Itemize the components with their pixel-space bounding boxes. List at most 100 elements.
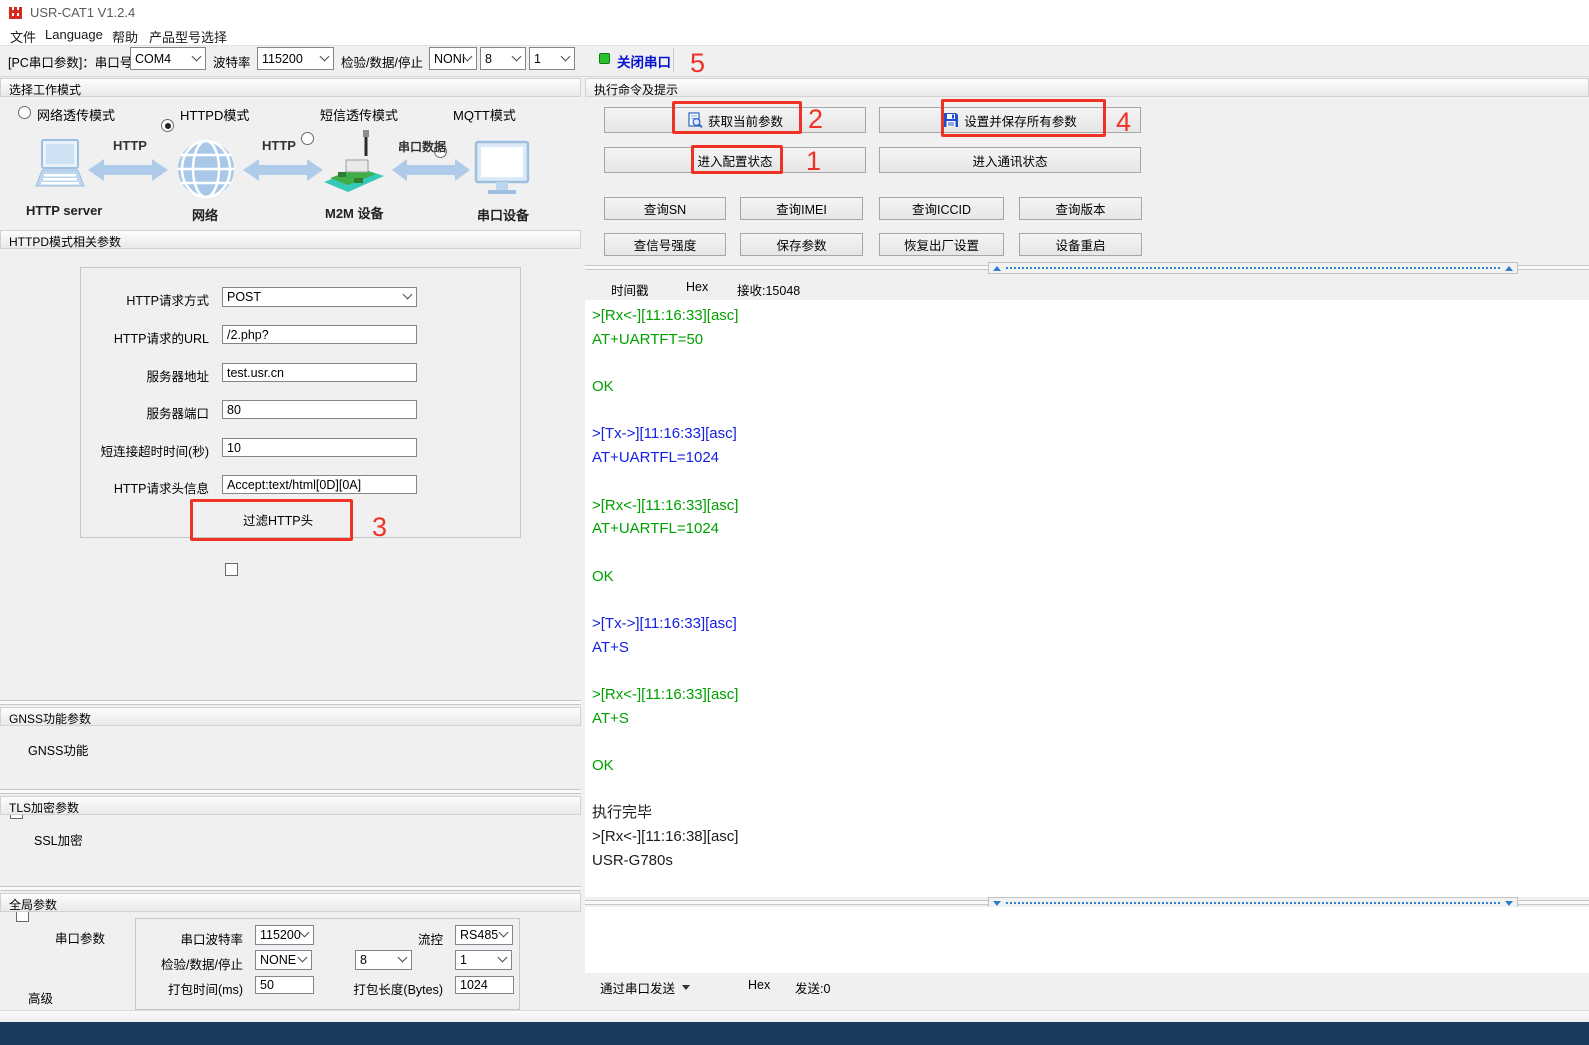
chevron-down-icon — [320, 51, 330, 61]
m2m-device-icon — [320, 130, 388, 200]
http-method-select[interactable]: POST — [222, 287, 417, 307]
tls-header: TLS加密参数 — [0, 796, 581, 815]
query-signal-button[interactable]: 查信号强度 — [604, 233, 726, 256]
server-address-input[interactable]: test.usr.cn — [222, 363, 417, 382]
annotation-box-1 — [691, 145, 783, 174]
http-method-value: POST — [227, 290, 261, 304]
chevron-down-icon — [512, 51, 522, 61]
chevron-down-icon — [498, 953, 508, 963]
annotation-number-4: 4 — [1116, 107, 1131, 138]
baud-select[interactable]: 115200 — [257, 47, 334, 70]
menu-product-select[interactable]: 产品型号选择 — [149, 27, 227, 46]
menu-file[interactable]: 文件 — [10, 27, 36, 46]
node-label-http-server: HTTP server — [26, 203, 102, 218]
collapse-down-icon — [993, 901, 1001, 906]
annotation-number-5: 5 — [690, 48, 705, 79]
menu-bar — [0, 24, 1589, 45]
query-version-button[interactable]: 查询版本 — [1019, 197, 1142, 220]
recv-counter: 接收:15048 — [737, 280, 800, 299]
http-header-label: HTTP请求头信息 — [0, 478, 216, 497]
annotation-box-3 — [190, 499, 353, 541]
stopbits-value: 1 — [534, 52, 541, 66]
query-version-label: 查询版本 — [1055, 199, 1105, 218]
annotation-box-2 — [672, 101, 802, 134]
arrow-left-right-icon — [392, 158, 470, 182]
pack-len-input[interactable]: 1024 — [455, 976, 514, 994]
query-sn-button[interactable]: 查询SN — [604, 197, 726, 220]
device-restart-button[interactable]: 设备重启 — [1019, 233, 1142, 256]
short-conn-timeout-input[interactable]: 10 — [222, 438, 417, 457]
log-line: >[Rx<-][11:16:33][asc] — [592, 683, 1589, 707]
send-via-serial-label: 通过串口发送 — [600, 978, 675, 997]
left-splitter-3[interactable] — [0, 886, 581, 891]
menu-language[interactable]: Language — [45, 27, 103, 42]
databits-value: 8 — [485, 52, 492, 66]
link-label-serial-data: 串口数据 — [398, 138, 446, 155]
collapse-up-icon — [1505, 266, 1513, 271]
annotation-number-2: 2 — [808, 104, 823, 135]
log-line: >[Tx->][11:16:33][asc] — [592, 422, 1589, 446]
link-label-http-1: HTTP — [113, 138, 147, 153]
gnss-checkbox-label: GNSS功能 — [28, 740, 88, 759]
send-via-serial-button[interactable]: 通过串口发送 — [600, 978, 690, 997]
timestamp-checkbox-label: 时间戳 — [611, 280, 649, 299]
g-databits-select[interactable]: 8 — [355, 950, 412, 970]
parity-value: NONI — [434, 52, 465, 66]
query-imei-button[interactable]: 查询IMEI — [740, 197, 863, 220]
radio-net-transparent[interactable] — [18, 106, 31, 119]
radio-httpd-mode[interactable] — [161, 119, 174, 132]
toolbar-separator — [673, 48, 674, 72]
g-parity-select[interactable]: NONE — [255, 950, 312, 970]
g-flow-label: 流控 — [234, 929, 450, 948]
receive-log-textarea[interactable]: >[Rx<-][11:16:33][asc] AT+UARTFT=50 OK >… — [585, 300, 1589, 897]
pack-time-label: 打包时间(ms) — [34, 979, 250, 998]
log-line: 执行完毕 — [592, 801, 1589, 825]
radio-sms-transparent[interactable] — [301, 132, 314, 145]
g-parity-value: NONE — [260, 953, 296, 967]
pc-serial-label: [PC串口参数]：串口号 — [8, 52, 132, 71]
http-url-input[interactable]: /2.php? — [222, 325, 417, 344]
short-conn-timeout-label: 短连接超时时间(秒) — [0, 441, 216, 460]
factory-reset-label: 恢复出厂设置 — [904, 235, 979, 254]
radio-httpd-mode-label: HTTPD模式 — [180, 105, 249, 124]
left-splitter-2[interactable] — [0, 789, 581, 794]
radio-sms-transparent-label: 短信透传模式 — [320, 105, 398, 124]
window-title: USR-CAT1 V1.2.4 — [30, 5, 135, 20]
ssl-checkbox-label: SSL加密 — [34, 830, 83, 849]
left-splitter-1[interactable] — [0, 700, 581, 705]
enter-comm-button[interactable]: 进入通讯状态 — [879, 147, 1141, 173]
com-port-select[interactable]: COM4 — [130, 47, 206, 70]
sent-counter: 发送:0 — [795, 978, 830, 997]
pack-len-label: 打包长度(Bytes) — [234, 979, 450, 998]
stopbits-select[interactable]: 1 — [529, 47, 575, 70]
query-iccid-button[interactable]: 查询ICCID — [879, 197, 1004, 220]
filter-http-header-checkbox[interactable] — [225, 563, 238, 576]
log-line: AT+S — [592, 636, 1589, 660]
monitor-icon — [474, 140, 530, 198]
advanced-checkbox-label: 高级 — [28, 988, 53, 1007]
log-line — [592, 470, 1589, 494]
g-flow-select[interactable]: RS485 — [455, 925, 513, 945]
log-splitter-top-handle[interactable] — [988, 262, 1518, 274]
menu-help[interactable]: 帮助 — [112, 27, 138, 46]
g-stopbits-select[interactable]: 1 — [455, 950, 512, 970]
app-icon — [8, 5, 23, 20]
work-mode-header: 选择工作模式 — [0, 78, 581, 97]
save-params-button[interactable]: 保存参数 — [740, 233, 863, 256]
arrow-left-right-icon — [243, 158, 323, 182]
annotation-box-4 — [941, 99, 1106, 137]
chevron-down-icon — [192, 51, 202, 61]
server-port-input[interactable]: 80 — [222, 400, 417, 419]
send-input-textarea[interactable] — [585, 907, 1589, 973]
laptop-icon — [28, 138, 90, 200]
com-port-value: COM4 — [135, 52, 171, 66]
app-window: USR-CAT1 V1.2.4 文件 Language 帮助 产品型号选择 [P… — [0, 0, 1589, 1045]
databits-select[interactable]: 8 — [480, 47, 526, 70]
close-port-button[interactable]: 关闭串口 — [617, 51, 671, 71]
annotation-number-3: 3 — [372, 512, 387, 543]
parity-select[interactable]: NONI — [429, 47, 477, 70]
log-line: USR-G780s — [592, 849, 1589, 873]
http-header-input[interactable]: Accept:text/html[0D][0A] — [222, 475, 417, 494]
factory-reset-button[interactable]: 恢复出厂设置 — [879, 233, 1004, 256]
chevron-down-icon — [561, 51, 571, 61]
